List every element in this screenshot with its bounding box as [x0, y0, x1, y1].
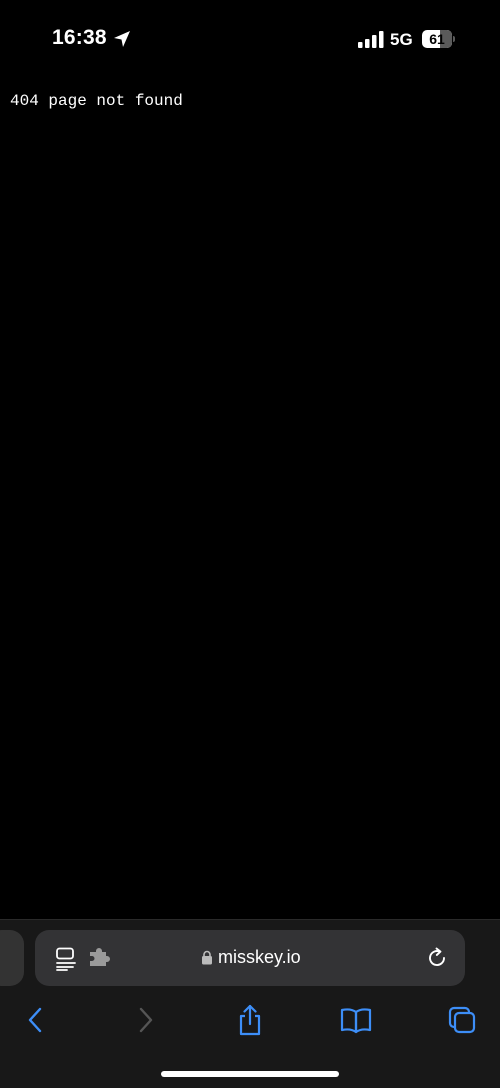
lock-icon	[202, 950, 212, 965]
battery-level: 61	[429, 31, 445, 47]
address-bar[interactable]: misskey.io	[35, 930, 465, 986]
battery-body: 61	[422, 30, 452, 48]
previous-tab-address-bar[interactable]	[0, 930, 24, 986]
reader-mode-icon[interactable]	[55, 947, 77, 971]
home-indicator[interactable]	[161, 1071, 339, 1077]
chevron-right-icon	[139, 1007, 153, 1033]
status-bar: 16:38 5G 61	[0, 0, 500, 80]
book-icon	[340, 1008, 372, 1034]
reload-icon[interactable]	[425, 946, 449, 970]
status-time: 16:38	[52, 26, 107, 49]
tabs-button[interactable]	[442, 1000, 482, 1040]
share-button[interactable]	[230, 1000, 270, 1040]
web-page-content: 404 page not found	[0, 80, 500, 920]
location-arrow-icon	[114, 31, 130, 47]
bookmarks-button[interactable]	[336, 1000, 376, 1040]
forward-button[interactable]	[125, 1000, 165, 1040]
url-text[interactable]: misskey.io	[218, 947, 301, 968]
browser-toolbar	[0, 1000, 500, 1040]
back-button[interactable]	[16, 1000, 56, 1040]
battery-cap	[453, 36, 455, 42]
battery-icon: 61	[422, 30, 456, 48]
browser-bottom-bar: misskey.io	[0, 919, 500, 1088]
cellular-signal-icon	[358, 31, 384, 48]
chevron-left-icon	[28, 1007, 42, 1033]
share-icon	[239, 1004, 261, 1036]
error-message: 404 page not found	[10, 92, 183, 110]
tabs-icon	[448, 1006, 476, 1034]
extension-icon[interactable]	[88, 947, 112, 969]
network-type: 5G	[390, 30, 413, 49]
